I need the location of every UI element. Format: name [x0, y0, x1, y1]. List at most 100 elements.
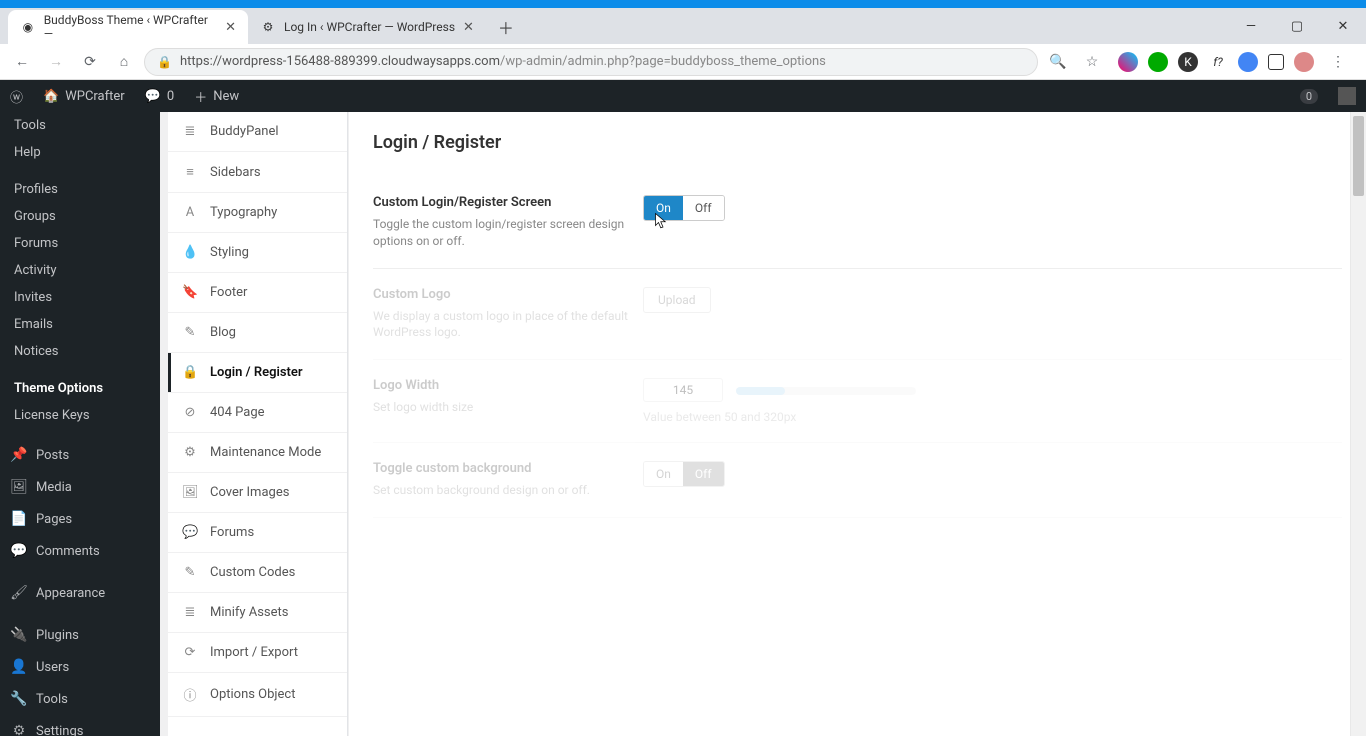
reload-button[interactable]: ⟳ — [76, 48, 104, 76]
admin-menu-item[interactable]: Help — [0, 139, 160, 166]
admin-menu-item[interactable]: Theme Options — [0, 375, 160, 402]
admin-menu-item[interactable]: 📌Posts — [0, 439, 160, 471]
new-content-link[interactable]: ＋New — [184, 80, 249, 112]
options-sidebar-item[interactable]: ⓘOptions Object — [168, 673, 347, 717]
option-icon: 💬 — [182, 525, 198, 540]
options-sidebar-item[interactable]: ⚙Maintenance Mode — [168, 433, 347, 473]
extension-icon[interactable] — [1238, 52, 1258, 72]
window-maximize-button[interactable]: ▢ — [1274, 8, 1320, 44]
home-button[interactable]: ⌂ — [110, 48, 138, 76]
extension-icon[interactable] — [1118, 52, 1138, 72]
admin-menu-item[interactable]: Emails — [0, 311, 160, 338]
extension-icon[interactable]: K — [1178, 52, 1198, 72]
scrollbar-thumb[interactable] — [1353, 116, 1364, 196]
extension-icon[interactable] — [1268, 54, 1284, 70]
option-label: Custom Codes — [210, 565, 295, 580]
bookmark-icon[interactable]: ☆ — [1078, 48, 1106, 76]
field-description: We display a custom logo in place of the… — [373, 309, 628, 340]
site-link[interactable]: 🏠WPCrafter — [33, 80, 135, 112]
options-sidebar-item[interactable]: 💬Forums — [168, 513, 347, 553]
admin-menu-item[interactable]: 💬Comments — [0, 535, 160, 567]
address-bar[interactable]: 🔒 https://wordpress-156488-889399.cloudw… — [144, 48, 1038, 76]
admin-menu-item[interactable]: 👤 Users — [0, 651, 160, 683]
scrollbar[interactable] — [1350, 112, 1366, 736]
account-avatar[interactable] — [1328, 80, 1366, 112]
comments-link[interactable]: 💬0 — [135, 80, 185, 112]
toggle-on[interactable]: On — [644, 462, 683, 486]
plus-icon: ＋ — [194, 87, 207, 106]
options-sidebar-item[interactable]: ≣Minify Assets — [168, 593, 347, 633]
options-sidebar-item[interactable]: 🔒Login / Register — [168, 353, 347, 393]
field-label: Custom Login/Register Screen — [373, 195, 643, 210]
admin-menu-item[interactable]: ⚙Settings — [0, 715, 160, 736]
wp-logo[interactable]: ⓦ — [0, 80, 33, 112]
option-icon: 🔖 — [182, 285, 198, 300]
option-icon: 🔒 — [182, 365, 198, 380]
logo-width-input[interactable] — [643, 378, 723, 402]
toggle-custom-login[interactable]: On Off — [643, 195, 725, 221]
admin-menu-item[interactable]: 🔌Plugins — [0, 619, 160, 651]
zoom-icon[interactable]: 🔍 — [1044, 48, 1072, 76]
close-icon[interactable]: ✕ — [225, 20, 236, 35]
lock-icon: 🔒 — [157, 55, 172, 69]
options-sidebar-item[interactable]: ✎ Blog — [168, 313, 347, 353]
admin-menu-item[interactable]: Forums — [0, 230, 160, 257]
field-label: Logo Width — [373, 378, 643, 393]
admin-menu-item[interactable]: Invites — [0, 284, 160, 311]
option-icon: ≣ — [182, 124, 198, 139]
menu-icon: 🖌 — [10, 585, 28, 601]
admin-menu-item[interactable]: 📄Pages — [0, 503, 160, 535]
menu-icon[interactable]: ⋮ — [1324, 48, 1352, 76]
options-sidebar-item[interactable]: ✎Custom Codes — [168, 553, 347, 593]
options-sidebar-item[interactable]: ATypography — [168, 193, 347, 233]
admin-menu-item[interactable]: Notices — [0, 338, 160, 365]
options-sidebar-item[interactable]: ⟳Import / Export — [168, 633, 347, 673]
options-sidebar-item[interactable]: 🖼Cover Images — [168, 473, 347, 513]
logo-width-slider[interactable] — [736, 387, 916, 395]
window-minimize-button[interactable]: — — [1228, 8, 1274, 44]
admin-menu-item[interactable]: Groups — [0, 203, 160, 230]
options-sidebar-item[interactable]: 🔖Footer — [168, 273, 347, 313]
toggle-custom-background[interactable]: On Off — [643, 461, 725, 487]
back-button[interactable]: ← — [8, 48, 36, 76]
theme-options-sidebar: ≣BuddyPanel≡SidebarsATypography💧Styling🔖… — [168, 112, 348, 736]
admin-menu-item[interactable]: 🔧Tools — [0, 683, 160, 715]
options-sidebar-item[interactable]: ⊘404 Page — [168, 393, 347, 433]
extension-icon[interactable] — [1148, 52, 1168, 72]
options-sidebar-item[interactable]: ≣BuddyPanel — [168, 112, 347, 152]
admin-menu-item[interactable]: Activity — [0, 257, 160, 284]
admin-menu-item[interactable]: Tools — [0, 112, 160, 139]
option-icon: ⊘ — [182, 405, 198, 420]
menu-label: Appearance — [36, 586, 105, 601]
menu-label: Users — [36, 660, 69, 675]
toggle-on[interactable]: On — [644, 196, 683, 220]
toggle-off[interactable]: Off — [683, 196, 724, 220]
menu-icon: 👤 — [10, 659, 28, 675]
avatar-icon — [1338, 87, 1356, 105]
option-icon: 💧 — [182, 245, 198, 260]
options-sidebar-item[interactable]: 💧Styling — [168, 233, 347, 273]
field-label: Toggle custom background — [373, 461, 643, 476]
notifications[interactable]: 0 — [1290, 80, 1328, 112]
upload-button[interactable]: Upload — [643, 287, 711, 313]
option-label: Import / Export — [210, 645, 298, 660]
option-label: Blog — [210, 325, 236, 340]
menu-label: Pages — [36, 512, 72, 527]
avatar-icon[interactable] — [1294, 52, 1314, 72]
option-icon: ≡ — [182, 164, 198, 180]
browser-tab[interactable]: ⚙ Log In ‹ WPCrafter — WordPress ✕ — [248, 10, 486, 44]
option-icon: ✎ — [182, 325, 198, 340]
extension-icon[interactable]: f? — [1208, 52, 1228, 72]
menu-label: Tools — [36, 692, 68, 707]
admin-menu-item[interactable]: 🖌 Appearance — [0, 577, 160, 609]
admin-menu-item[interactable]: License Keys — [0, 402, 160, 429]
new-tab-button[interactable]: ＋ — [492, 13, 520, 41]
browser-tab-active[interactable]: ◉ BuddyBoss Theme ‹ WPCrafter — ✕ — [8, 10, 248, 44]
admin-menu-item[interactable]: Profiles — [0, 176, 160, 203]
options-sidebar-item[interactable]: ≡Sidebars — [168, 152, 347, 193]
close-icon[interactable]: ✕ — [463, 20, 474, 35]
window-close-button[interactable]: ✕ — [1320, 8, 1366, 44]
toggle-off[interactable]: Off — [683, 462, 724, 486]
menu-icon: 💬 — [10, 543, 28, 559]
admin-menu-item[interactable]: 🖼Media — [0, 471, 160, 503]
